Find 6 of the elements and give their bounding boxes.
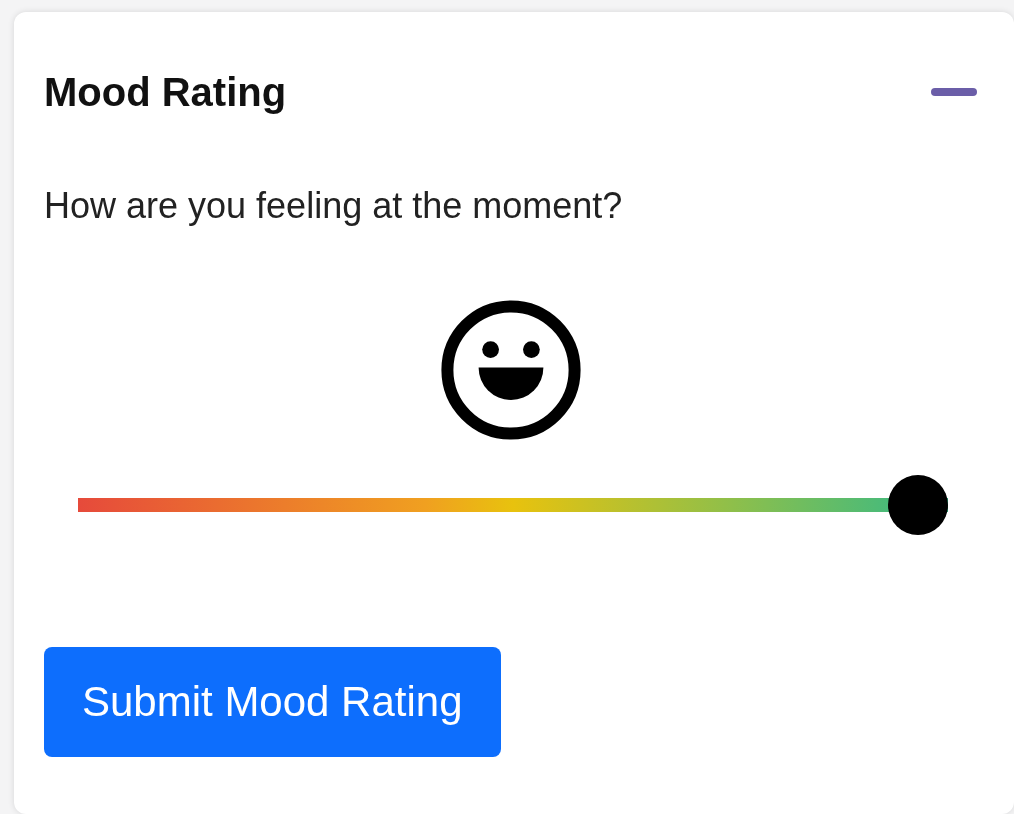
smiling-face-icon xyxy=(439,298,583,442)
card-title: Mood Rating xyxy=(44,69,287,116)
question-text: How are you feeling at the moment? xyxy=(44,184,624,228)
slider-thumb[interactable] xyxy=(888,475,948,535)
submit-button[interactable]: Submit Mood Rating xyxy=(44,647,501,757)
minus-icon xyxy=(931,88,977,96)
